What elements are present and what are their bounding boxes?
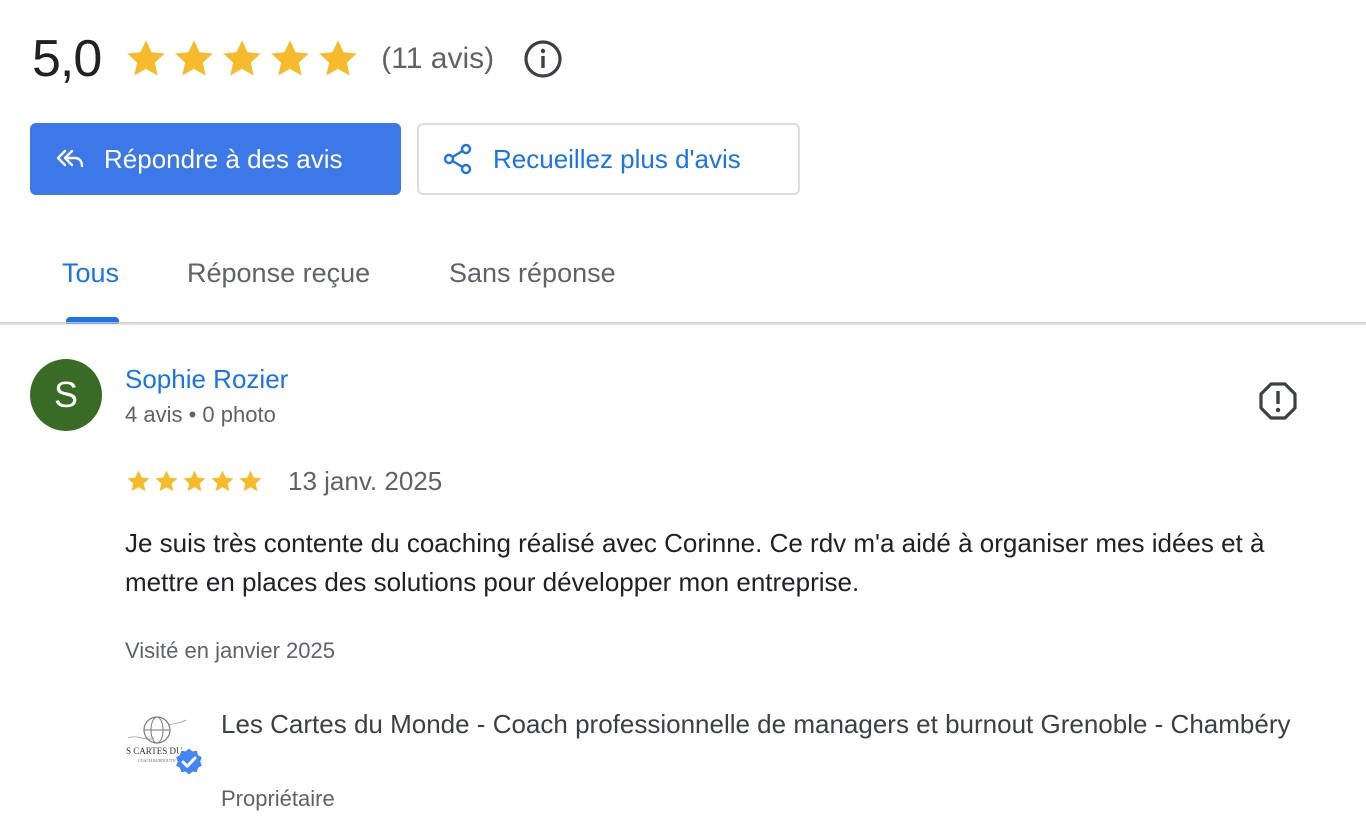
tab-replied[interactable]: Réponse reçue (187, 258, 370, 289)
star-icon (211, 470, 234, 492)
reply-to-reviews-button[interactable]: Répondre à des avis (30, 123, 401, 195)
star-icon (155, 470, 178, 492)
review-date: 13 janv. 2025 (288, 466, 443, 496)
review-rating-row: 13 janv. 2025 (125, 466, 442, 497)
collect-more-reviews-label: Recueillez plus d'avis (493, 143, 741, 174)
share-icon (443, 143, 472, 175)
reviewer-name[interactable]: Sophie Rozier (125, 364, 288, 395)
tab-unanswered[interactable]: Sans réponse (449, 258, 616, 289)
review-text: Je suis très contente du coaching réalis… (125, 528, 1265, 597)
rating-summary: 5,0 (11 avis) (32, 28, 564, 90)
reply-all-icon (56, 149, 84, 168)
report-icon[interactable] (1257, 380, 1299, 422)
star-icon (223, 40, 262, 76)
average-stars (123, 36, 361, 82)
star-icon (175, 40, 214, 76)
star-icon (271, 40, 310, 76)
star-icon (183, 470, 206, 492)
owner-role: Propriétaire (221, 786, 335, 811)
info-icon[interactable] (522, 38, 564, 80)
avatar[interactable]: S (30, 359, 102, 431)
owner-business-name: Les Cartes du Monde - Coach professionne… (221, 709, 1291, 739)
review-stars (125, 468, 264, 495)
tab-all[interactable]: Tous (62, 258, 119, 289)
verified-badge-icon (173, 746, 205, 778)
star-icon (319, 40, 358, 76)
average-score: 5,0 (32, 30, 102, 88)
star-icon (239, 470, 262, 492)
visit-date: Visité en janvier 2025 (125, 638, 335, 663)
reviewer-meta: 4 avis • 0 photo (125, 402, 276, 427)
star-icon (127, 470, 150, 492)
collect-more-reviews-button[interactable]: Recueillez plus d'avis (417, 123, 800, 195)
reply-to-reviews-label: Répondre à des avis (104, 143, 343, 174)
review-count: (11 avis) (381, 42, 495, 75)
tabs-divider (0, 322, 1366, 326)
star-icon (127, 40, 166, 76)
review-filter-tabs: Tous Réponse reçue Sans réponse (0, 232, 1366, 324)
